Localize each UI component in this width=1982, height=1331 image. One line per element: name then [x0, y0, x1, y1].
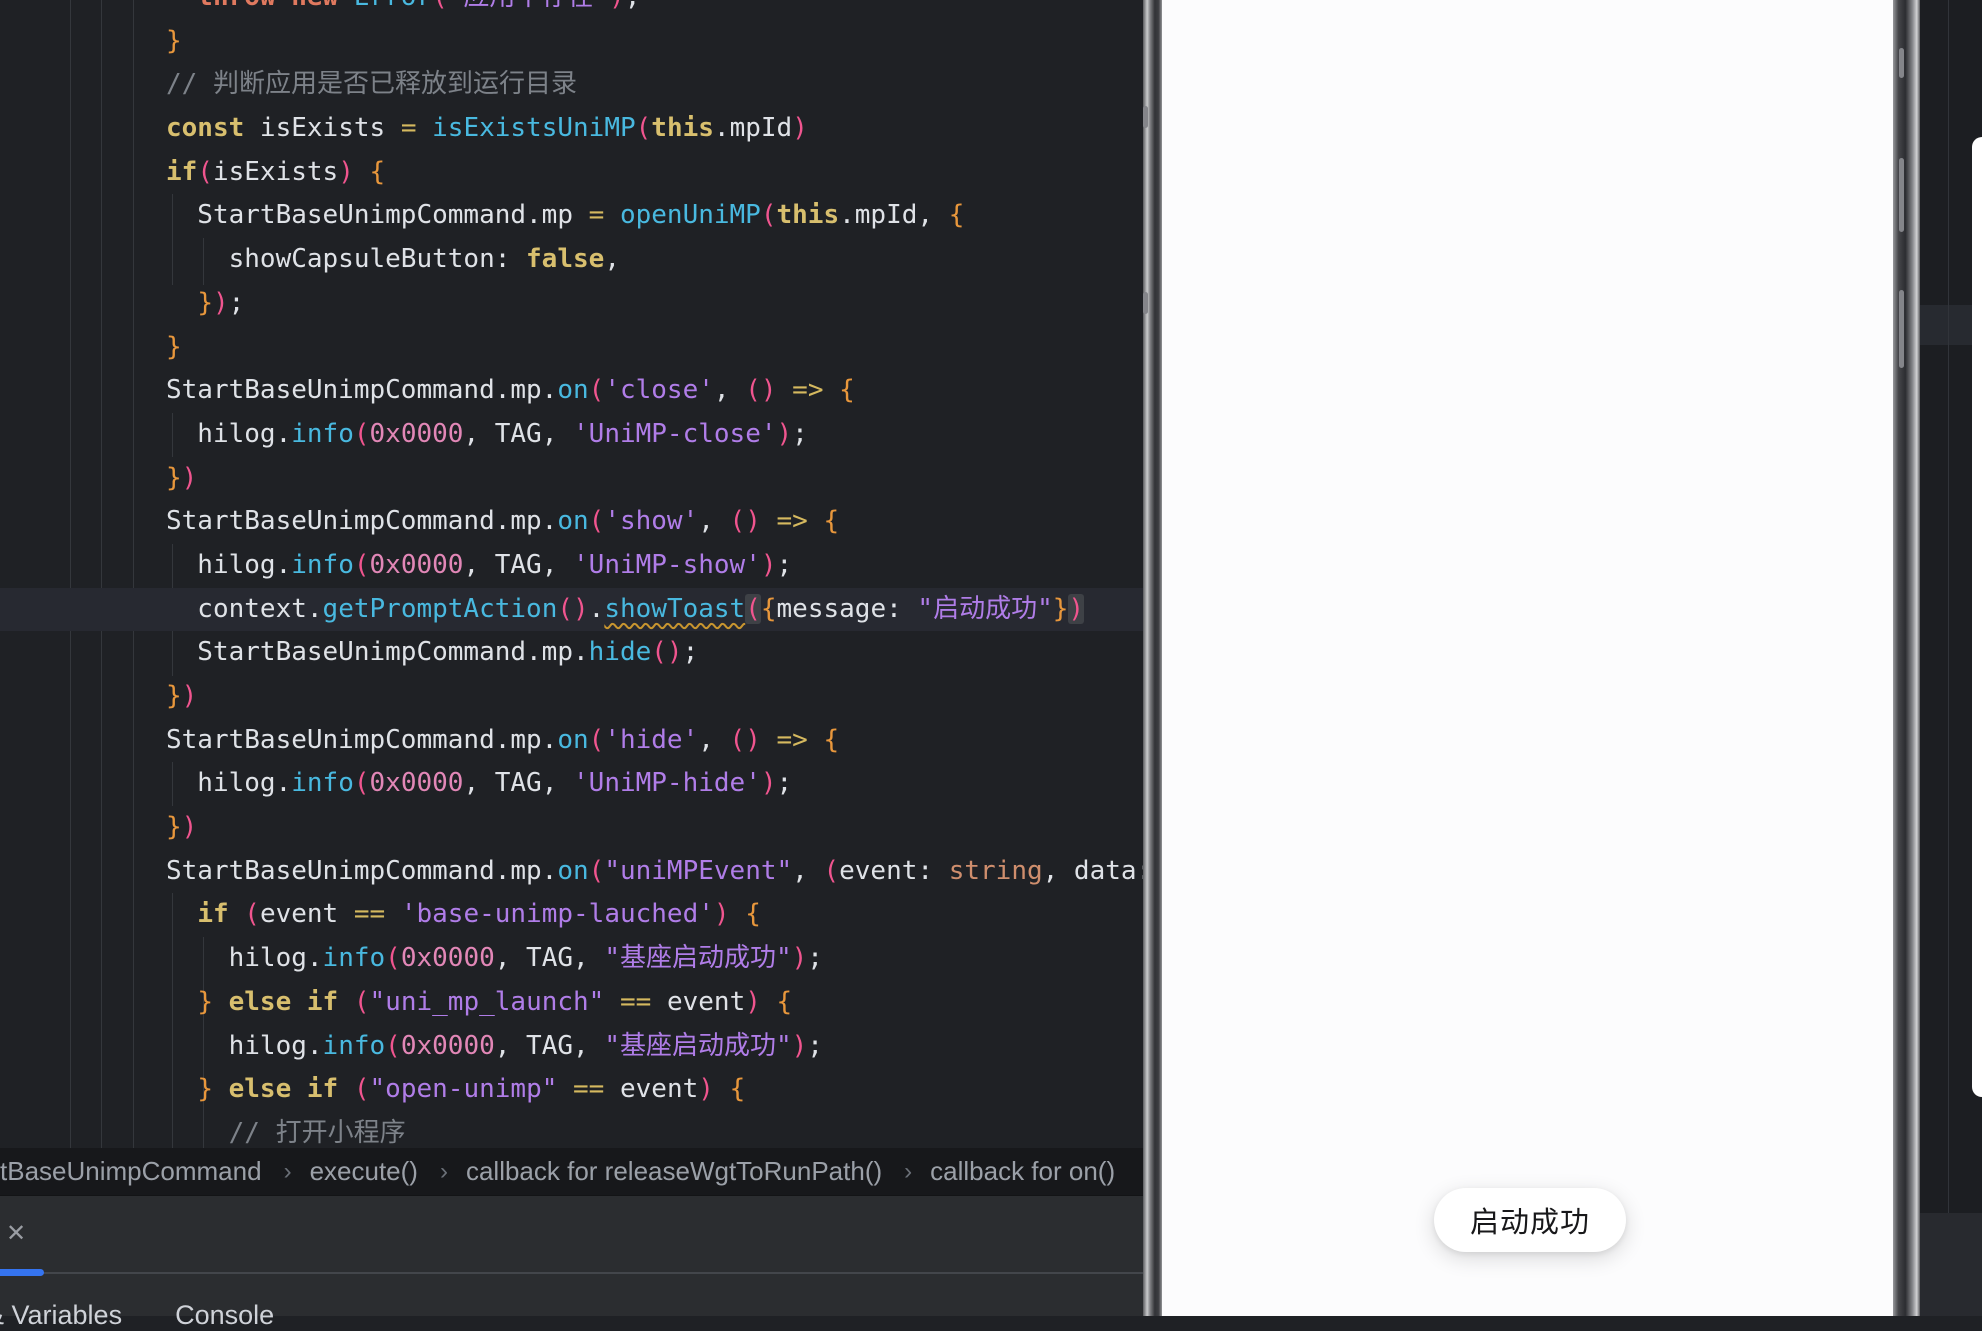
device-side-button: [1143, 106, 1148, 128]
code-line[interactable]: hilog.info(0x0000, TAG, "基座启动成功");: [0, 937, 1143, 981]
breadcrumb-item[interactable]: callback for releaseWgtToRunPath(): [466, 1156, 882, 1187]
code-lines: throw new Error('应用不存在');}// 判断应用是否已释放到运…: [0, 0, 1143, 1148]
progress-bar: [0, 1269, 44, 1276]
code-line[interactable]: StartBaseUnimpCommand.mp.hide();: [0, 631, 1143, 675]
device-side-button: [1899, 158, 1904, 232]
device-side-button: [1899, 290, 1904, 368]
code-line[interactable]: // 判断应用是否已释放到运行目录: [0, 63, 1143, 107]
code-line[interactable]: }): [0, 675, 1143, 719]
code-line[interactable]: throw new Error('应用不存在');: [0, 0, 1143, 20]
code-line[interactable]: if (event == 'base-unimp-lauched') {: [0, 893, 1143, 937]
breadcrumb-item[interactable]: execute(): [310, 1156, 418, 1187]
code-editor[interactable]: throw new Error('应用不存在');}// 判断应用是否已释放到运…: [0, 0, 1143, 1148]
right-side-panel: [1920, 0, 1982, 1316]
code-line[interactable]: StartBaseUnimpCommand.mp.on("uniMPEvent"…: [0, 850, 1143, 894]
toast-message: 启动成功: [1434, 1188, 1626, 1252]
breadcrumb-item[interactable]: tBaseUnimpCommand: [0, 1156, 262, 1187]
chevron-right-icon: ›: [284, 1158, 292, 1186]
chevron-right-icon: ›: [440, 1158, 448, 1186]
code-line[interactable]: if(isExists) {: [0, 151, 1143, 195]
code-line[interactable]: hilog.info(0x0000, TAG, 'UniMP-hide');: [0, 762, 1143, 806]
close-icon[interactable]: ✕: [4, 1222, 28, 1246]
code-line[interactable]: context.getPromptAction().showToast({mes…: [0, 588, 1143, 632]
breadcrumb-item[interactable]: callback for on(): [930, 1156, 1115, 1187]
code-line[interactable]: // 打开小程序: [0, 1112, 1143, 1148]
code-line[interactable]: hilog.info(0x0000, TAG, "基座启动成功");: [0, 1025, 1143, 1069]
debug-panel: ✕ & Variables Console: [0, 1195, 1143, 1316]
device-bezel-left: [1143, 0, 1162, 1316]
chevron-right-icon: ›: [904, 1158, 912, 1186]
code-line[interactable]: hilog.info(0x0000, TAG, 'UniMP-close');: [0, 413, 1143, 457]
code-line[interactable]: }: [0, 20, 1143, 64]
device-bezel-right: [1893, 0, 1920, 1316]
code-line[interactable]: }): [0, 806, 1143, 850]
code-line[interactable]: } else if ("uni_mp_launch" == event) {: [0, 981, 1143, 1025]
code-line[interactable]: showCapsuleButton: false,: [0, 238, 1143, 282]
second-window-edge: [1972, 137, 1982, 1097]
code-line[interactable]: }: [0, 326, 1143, 370]
progress-track: [0, 1272, 1143, 1274]
code-line[interactable]: } else if ("open-unimp" == event) {: [0, 1068, 1143, 1112]
code-line[interactable]: StartBaseUnimpCommand.mp.on('hide', () =…: [0, 719, 1143, 763]
device-side-button: [1899, 48, 1904, 78]
breadcrumb: tBaseUnimpCommand › execute() › callback for…: [0, 1148, 1143, 1195]
code-line[interactable]: StartBaseUnimpCommand.mp.on('close', () …: [0, 369, 1143, 413]
right-panel-band: [1920, 1213, 1982, 1316]
code-line[interactable]: StartBaseUnimpCommand.mp.on('show', () =…: [0, 500, 1143, 544]
code-line[interactable]: }): [0, 457, 1143, 501]
right-panel-divider: [1948, 0, 1949, 1213]
code-line[interactable]: });: [0, 282, 1143, 326]
code-line[interactable]: hilog.info(0x0000, TAG, 'UniMP-show');: [0, 544, 1143, 588]
code-line[interactable]: const isExists = isExistsUniMP(this.mpId…: [0, 107, 1143, 151]
code-line[interactable]: StartBaseUnimpCommand.mp = openUniMP(thi…: [0, 194, 1143, 238]
device-side-button: [1143, 292, 1148, 314]
emulator-screen[interactable]: 启动成功: [1162, 0, 1893, 1316]
